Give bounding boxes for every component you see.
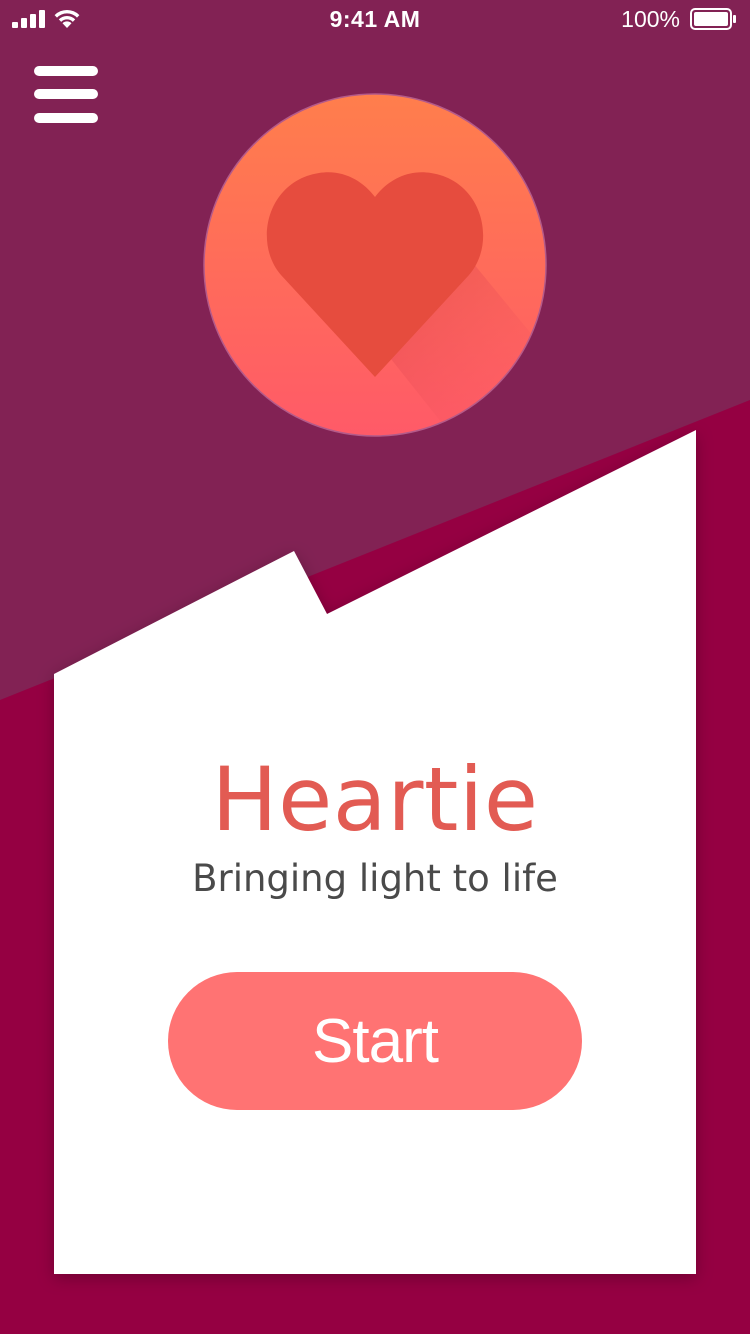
- battery-icon: [690, 8, 736, 30]
- app-tagline: Bringing light to life: [192, 857, 558, 900]
- start-button[interactable]: Start: [168, 972, 582, 1110]
- battery-percent: 100%: [621, 6, 680, 32]
- app-screen: 9:41 AM 100% Heartie Bringing light to l…: [0, 0, 750, 1334]
- welcome-card: Heartie Bringing light to life Start: [54, 700, 696, 1274]
- app-logo: [203, 93, 547, 437]
- status-bar: 9:41 AM 100%: [0, 0, 750, 40]
- menu-button[interactable]: [34, 66, 98, 126]
- app-title: Heartie: [211, 748, 539, 851]
